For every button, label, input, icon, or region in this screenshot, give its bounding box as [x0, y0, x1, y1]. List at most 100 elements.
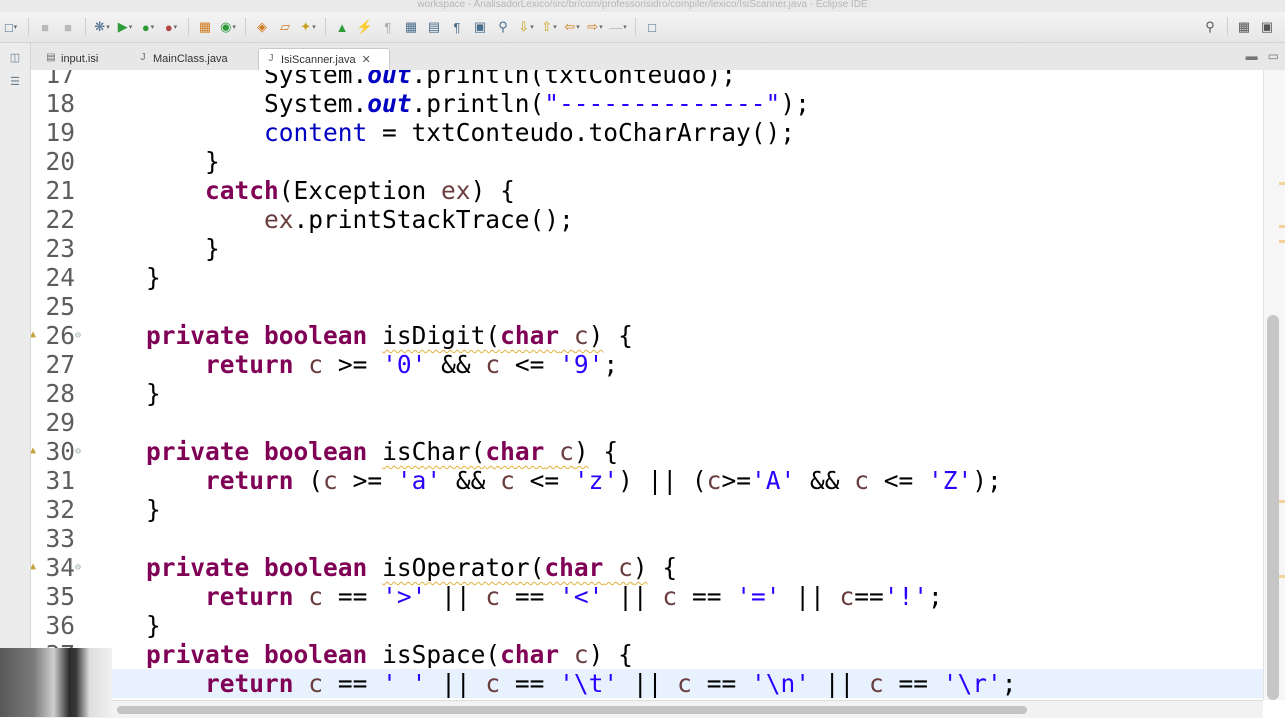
warning-marker[interactable] — [1279, 575, 1285, 578]
forward-icon[interactable]: ⇨ — [584, 17, 606, 37]
code-line[interactable]: 25 — [31, 292, 1263, 321]
run-external-icon[interactable]: ● — [160, 17, 182, 37]
line-number: 35 — [45, 582, 75, 611]
code-text: return c == '>' || c == '<' || c == '=' … — [205, 582, 943, 611]
next-annotation-icon[interactable]: ⇩ — [515, 17, 537, 37]
previous-annotation-icon[interactable]: ⇧ — [538, 17, 560, 37]
line-number: 27 — [45, 350, 75, 379]
display-icon[interactable]: ▣ — [469, 17, 491, 37]
new-class-icon[interactable]: ◉ — [217, 17, 239, 37]
toggle-mark-icon[interactable]: ¶ — [446, 17, 468, 37]
code-line[interactable]: 36 } — [31, 611, 1263, 640]
java-file-icon: J — [140, 52, 146, 63]
tab-controls: ▬ ▭ — [1246, 49, 1279, 63]
outline-icon[interactable]: ☰ — [6, 73, 24, 91]
fold-toggle-icon[interactable]: ⊖ — [75, 553, 81, 582]
file-icon: ▤ — [46, 52, 56, 63]
code-line[interactable]: 21 catch(Exception ex) { — [31, 176, 1263, 205]
override-marker-icon[interactable]: ▲ — [31, 330, 40, 340]
back-icon[interactable]: ⇦ — [561, 17, 583, 37]
open-folder-icon[interactable]: ▱ — [274, 17, 296, 37]
override-marker-icon[interactable]: ▲ — [31, 562, 40, 572]
code-editor[interactable]: 17 System.out.println(txtConteudo); 18 Sy… — [31, 70, 1263, 700]
code-line[interactable]: 18 System.out.println("--------------"); — [31, 89, 1263, 118]
code-text: private boolean isDigit(char c) { — [146, 321, 633, 350]
open-type-icon[interactable]: ◈ — [251, 17, 273, 37]
minimize-icon[interactable]: ▬ — [1246, 49, 1258, 63]
code-line[interactable]: 31 return (c >= 'a' && c <= 'z') || (c>=… — [31, 466, 1263, 495]
line-number: 21 — [45, 176, 75, 205]
code-line[interactable]: 27 return c >= '0' && c <= '9'; — [31, 350, 1263, 379]
line-number: 36 — [45, 611, 75, 640]
warning-marker[interactable] — [1279, 500, 1285, 503]
vertical-scrollbar-thumb[interactable] — [1267, 315, 1279, 700]
horizontal-scrollbar-thumb[interactable] — [117, 706, 1027, 714]
line-number: 33 — [45, 524, 75, 553]
java-perspective-icon[interactable]: ▣ — [1256, 17, 1278, 37]
code-line[interactable]: 23 } — [31, 234, 1263, 263]
fold-toggle-icon[interactable]: ⊖ — [75, 437, 81, 466]
code-text: private boolean isSpace(char c) { — [146, 640, 633, 669]
search-annotation-icon[interactable]: ⚲ — [492, 17, 514, 37]
search-icon[interactable]: ⚲ — [1199, 17, 1221, 37]
code-text: return c == ' ' || c == '\t' || c == '\n… — [205, 669, 1017, 698]
last-edit-icon[interactable]: — — [607, 17, 629, 37]
overview-ruler[interactable] — [1263, 70, 1285, 700]
java-file-icon: J — [268, 52, 274, 64]
show-whitespace-icon[interactable]: ¶ — [377, 17, 399, 37]
toolbar-separator — [325, 18, 326, 36]
code-line[interactable]: 29 — [31, 408, 1263, 437]
code-line[interactable]: 17 System.out.println(txtConteudo); — [31, 70, 1263, 89]
toolbar-separator — [245, 18, 246, 36]
code-text: return c >= '0' && c <= '9'; — [205, 350, 619, 379]
code-line[interactable]: 35 return c == '>' || c == '<' || c == '… — [31, 582, 1263, 611]
code-text: } — [87, 234, 220, 263]
coverage-icon[interactable]: ● — [137, 17, 159, 37]
horizontal-scrollbar[interactable] — [31, 700, 1263, 718]
new-java-project-icon[interactable]: ▦ — [194, 17, 216, 37]
code-line[interactable]: 37 private boolean isSpace(char c) { — [31, 640, 1263, 669]
lightning-icon[interactable]: ⚡ — [354, 17, 376, 37]
new-icon[interactable]: □ — [0, 17, 22, 37]
code-line[interactable]: 24 } — [31, 263, 1263, 292]
tab-mainclass-java[interactable]: J MainClass.java — [131, 48, 253, 70]
package-explorer-icon[interactable]: ◫ — [6, 49, 24, 67]
open-perspective-icon[interactable]: □ — [641, 17, 663, 37]
code-line[interactable]: 19 content = txtConteudo.toCharArray(); — [31, 118, 1263, 147]
wand-icon[interactable]: ✦ — [297, 17, 319, 37]
code-line[interactable]: 30 ▲ ⊖ private boolean isChar(char c) { — [31, 437, 1263, 466]
code-line[interactable]: 32 } — [31, 495, 1263, 524]
toolbar-separator — [188, 18, 189, 36]
debug-icon[interactable]: ❋ — [91, 17, 113, 37]
perspective-icon[interactable]: ▦ — [1233, 17, 1255, 37]
tab-isiscanner-java[interactable]: J IsiScanner.java ✕ — [258, 48, 390, 70]
close-icon[interactable]: ✕ — [362, 53, 371, 66]
code-text: } — [87, 147, 220, 176]
code-text: private boolean isOperator(char c) { — [146, 553, 678, 582]
code-line[interactable]: 22 ex.printStackTrace(); — [31, 205, 1263, 234]
code-line[interactable]: 33 — [31, 524, 1263, 553]
maximize-icon[interactable]: ▭ — [1268, 49, 1279, 63]
pin-icon[interactable]: ▲ — [331, 17, 353, 37]
code-line[interactable]: 26 ▲ ⊖ private boolean isDigit(char c) { — [31, 321, 1263, 350]
warning-marker[interactable] — [1279, 240, 1285, 243]
tab-label: input.isi — [61, 53, 99, 65]
save-all-icon[interactable]: ■ — [57, 17, 79, 37]
warning-marker[interactable] — [1279, 225, 1285, 228]
code-line[interactable]: 34 ▲ ⊖ private boolean isOperator(char c) … — [31, 553, 1263, 582]
run-icon[interactable]: ▶ — [114, 17, 136, 37]
code-line[interactable]: 28 } — [31, 379, 1263, 408]
override-marker-icon[interactable]: ▲ — [31, 446, 40, 456]
code-line[interactable]: 38 return c == ' ' || c == '\t' || c == … — [31, 669, 1263, 698]
format-icon[interactable]: ▤ — [423, 17, 445, 37]
tab-input-isi[interactable]: ▤ input.isi — [39, 48, 125, 70]
block-select-icon[interactable]: ▦ — [400, 17, 422, 37]
save-icon[interactable]: ■ — [34, 17, 56, 37]
fold-toggle-icon[interactable]: ⊖ — [75, 321, 81, 350]
left-trim-bar: ◫ ☰ — [0, 43, 31, 717]
code-line[interactable]: 20 } — [31, 147, 1263, 176]
warning-marker[interactable] — [1279, 182, 1285, 185]
line-number: 23 — [45, 234, 75, 263]
tab-label: IsiScanner.java — [281, 53, 356, 66]
line-number: 31 — [45, 466, 75, 495]
